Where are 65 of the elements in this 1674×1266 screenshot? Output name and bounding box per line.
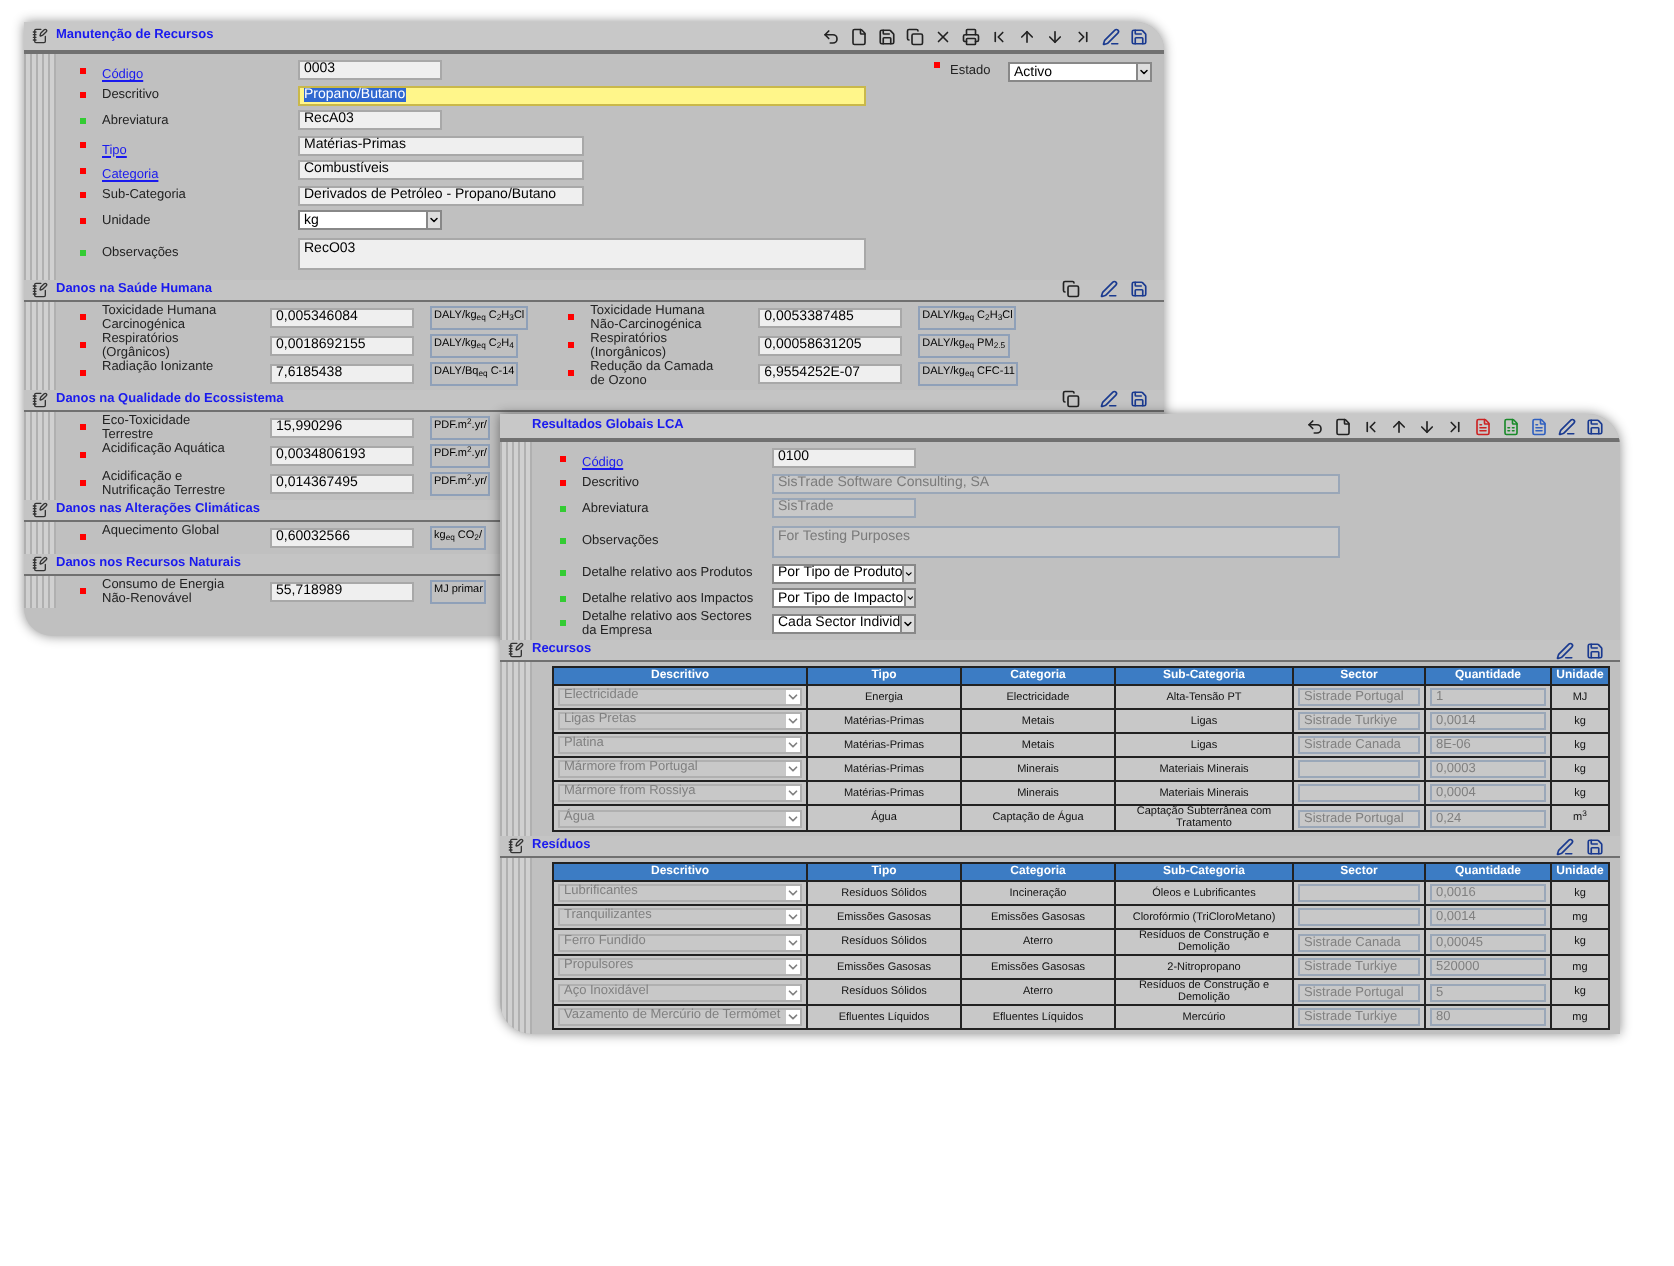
note-icon[interactable] (32, 28, 48, 44)
first-icon[interactable] (990, 27, 1008, 45)
undo-icon[interactable] (822, 27, 840, 45)
last-icon[interactable] (1446, 417, 1464, 435)
save-icon[interactable] (1586, 417, 1604, 435)
pen-icon[interactable] (1556, 641, 1574, 659)
undo-icon[interactable] (1306, 417, 1324, 435)
document-icon[interactable] (1474, 417, 1492, 435)
spreadsheet-icon[interactable] (1502, 417, 1520, 435)
text-field[interactable] (1298, 784, 1420, 802)
caret-icon (786, 1010, 800, 1024)
note-icon[interactable] (32, 501, 48, 517)
file-icon[interactable] (1334, 417, 1352, 435)
caret-icon (786, 786, 800, 800)
copy-icon[interactable] (906, 27, 924, 45)
caret-icon (786, 886, 800, 900)
caret-icon (786, 690, 800, 704)
arrow-up-icon[interactable] (1018, 27, 1036, 45)
caret-icon (1136, 64, 1150, 80)
save-icon[interactable] (1130, 27, 1148, 45)
caret-icon (900, 615, 914, 632)
arrow-down-icon[interactable] (1046, 27, 1064, 45)
caret-icon (426, 212, 440, 229)
arrow-up-icon[interactable] (1390, 417, 1408, 435)
save-icon[interactable] (1586, 641, 1604, 659)
pen-icon[interactable] (1556, 837, 1574, 855)
text-field[interactable] (1298, 908, 1420, 926)
save-icon[interactable] (1586, 837, 1604, 855)
pen-icon[interactable] (1100, 390, 1118, 408)
caret-icon (786, 762, 800, 776)
window-gutter (24, 301, 56, 389)
caret-icon (786, 910, 800, 924)
printer-icon[interactable] (962, 27, 980, 45)
window-gutter (24, 411, 56, 499)
window-gutter (24, 575, 56, 607)
note-icon[interactable] (32, 391, 48, 407)
caret-icon (786, 985, 800, 999)
first-icon[interactable] (1362, 417, 1380, 435)
caret-icon (786, 811, 800, 825)
caret-icon (903, 590, 914, 607)
text-field[interactable] (1298, 884, 1420, 902)
caret-icon (786, 935, 800, 949)
note-icon[interactable] (32, 555, 48, 571)
window-gutter (24, 521, 56, 553)
caret-icon (786, 738, 800, 752)
save-icon[interactable] (1130, 390, 1148, 408)
save-icon[interactable] (1130, 280, 1148, 298)
copy-icon[interactable] (1062, 280, 1080, 298)
note-icon[interactable] (32, 281, 48, 297)
note-icon[interactable] (508, 642, 524, 658)
save-icon[interactable] (878, 27, 896, 45)
document-icon[interactable] (1530, 417, 1548, 435)
close-icon[interactable] (934, 27, 952, 45)
arrow-down-icon[interactable] (1418, 417, 1436, 435)
copy-icon[interactable] (1062, 390, 1080, 408)
last-icon[interactable] (1074, 27, 1092, 45)
note-icon[interactable] (508, 838, 524, 854)
caret-icon (902, 565, 914, 582)
pen-icon[interactable] (1558, 417, 1576, 435)
caret-icon (786, 960, 800, 974)
caret-icon (786, 714, 800, 728)
text-field[interactable] (1298, 760, 1420, 778)
pen-icon[interactable] (1100, 280, 1118, 298)
pen-icon[interactable] (1102, 27, 1120, 45)
file-icon[interactable] (850, 27, 868, 45)
